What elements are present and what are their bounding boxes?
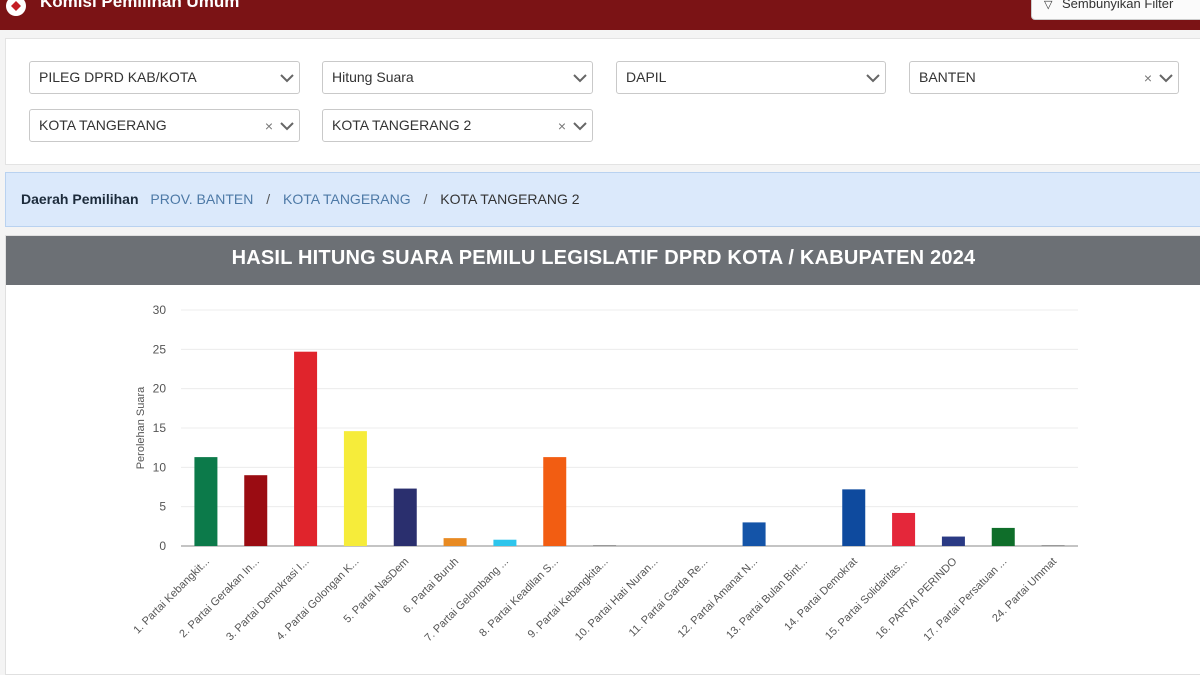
count-mode-value: Hitung Suara bbox=[332, 69, 414, 85]
funnel-icon: ▽ bbox=[1044, 0, 1053, 11]
filter-panel: PILEG DPRD KAB/KOTA Hitung Suara DAPIL B… bbox=[5, 38, 1200, 165]
dapil-select[interactable]: KOTA TANGERANG 2 × bbox=[322, 109, 593, 142]
bar[interactable] bbox=[742, 522, 766, 546]
x-tick-label: 15. Partai Solidaritas... bbox=[823, 556, 910, 643]
breadcrumb-separator: / bbox=[423, 191, 428, 207]
y-tick-label: 15 bbox=[153, 421, 167, 435]
province-select[interactable]: BANTEN × bbox=[909, 61, 1179, 94]
breadcrumb-label: Daerah Pemilihan bbox=[21, 191, 139, 207]
bar[interactable] bbox=[543, 457, 567, 546]
app-brand[interactable]: Komisi Pemilihan Umum bbox=[40, 0, 239, 12]
x-tick-label: 4. Partai Golongan K... bbox=[274, 556, 361, 643]
bar[interactable] bbox=[343, 431, 367, 546]
chevron-down-icon bbox=[573, 122, 587, 131]
bar[interactable] bbox=[593, 545, 617, 546]
x-tick-label: 13. Partai Bulan Bint... bbox=[724, 556, 810, 642]
vote-bar-chart: 051015202530Perolehan Suara1. Partai Keb… bbox=[131, 303, 1078, 644]
bar[interactable] bbox=[443, 538, 467, 546]
region-level-value: DAPIL bbox=[626, 69, 667, 85]
y-tick-label: 10 bbox=[153, 460, 167, 474]
chevron-down-icon bbox=[280, 122, 294, 131]
bar[interactable] bbox=[892, 512, 916, 546]
clear-icon[interactable]: × bbox=[263, 110, 275, 141]
breadcrumb-city-link[interactable]: KOTA TANGERANG bbox=[283, 191, 411, 207]
bar[interactable] bbox=[941, 536, 965, 546]
region-level-select[interactable]: DAPIL bbox=[616, 61, 886, 94]
dapil-value: KOTA TANGERANG 2 bbox=[332, 117, 472, 133]
city-value: KOTA TANGERANG bbox=[39, 117, 167, 133]
bar[interactable] bbox=[1041, 545, 1065, 546]
y-tick-label: 0 bbox=[159, 539, 166, 553]
bar[interactable] bbox=[194, 457, 218, 546]
hide-filter-label: Sembunyikan Filter bbox=[1062, 0, 1174, 11]
election-type-value: PILEG DPRD KAB/KOTA bbox=[39, 69, 197, 85]
province-value: BANTEN bbox=[919, 69, 976, 85]
chevron-down-icon bbox=[866, 74, 880, 83]
bar[interactable] bbox=[493, 539, 517, 546]
breadcrumb-current: KOTA TANGERANG 2 bbox=[440, 191, 580, 207]
kpu-logo-icon[interactable] bbox=[4, 0, 28, 18]
x-tick-label: 10. Partai Hati Nuran... bbox=[573, 556, 661, 644]
x-tick-label: 7. Partai Gelombang ... bbox=[423, 556, 511, 644]
bar[interactable] bbox=[393, 488, 417, 546]
count-mode-select[interactable]: Hitung Suara bbox=[322, 61, 593, 94]
hide-filter-button[interactable]: ▽ Sembunyikan Filter bbox=[1031, 0, 1200, 20]
bar[interactable] bbox=[294, 351, 318, 546]
y-tick-label: 20 bbox=[153, 382, 167, 396]
y-tick-label: 5 bbox=[159, 500, 166, 514]
city-select[interactable]: KOTA TANGERANG × bbox=[29, 109, 300, 142]
chart-card: HASIL HITUNG SUARA PEMILU LEGISLATIF DPR… bbox=[5, 235, 1200, 675]
app-header: Komisi Pemilihan Umum ▽ Sembunyikan Filte… bbox=[0, 0, 1200, 30]
chevron-down-icon bbox=[280, 74, 294, 83]
y-tick-label: 25 bbox=[153, 342, 167, 356]
y-axis-label: Perolehan Suara bbox=[135, 386, 147, 469]
clear-icon[interactable]: × bbox=[556, 110, 568, 141]
clear-icon[interactable]: × bbox=[1142, 62, 1154, 93]
bar[interactable] bbox=[244, 475, 268, 546]
y-tick-label: 30 bbox=[153, 303, 167, 317]
chevron-down-icon bbox=[1159, 74, 1173, 83]
election-type-select[interactable]: PILEG DPRD KAB/KOTA bbox=[29, 61, 300, 94]
bar[interactable] bbox=[842, 489, 866, 546]
breadcrumb: Daerah Pemilihan PROV. BANTEN / KOTA TAN… bbox=[5, 172, 1200, 227]
x-tick-label: 17. Partai Persatuan ... bbox=[921, 556, 1009, 644]
bar[interactable] bbox=[991, 527, 1015, 546]
x-tick-label: 16. PARTAI PERINDO bbox=[874, 555, 960, 641]
chevron-down-icon bbox=[573, 74, 587, 83]
breadcrumb-separator: / bbox=[266, 191, 271, 207]
breadcrumb-province-link[interactable]: PROV. BANTEN bbox=[150, 191, 253, 207]
x-tick-label: 3. Partai Demokrasi I... bbox=[224, 556, 312, 644]
